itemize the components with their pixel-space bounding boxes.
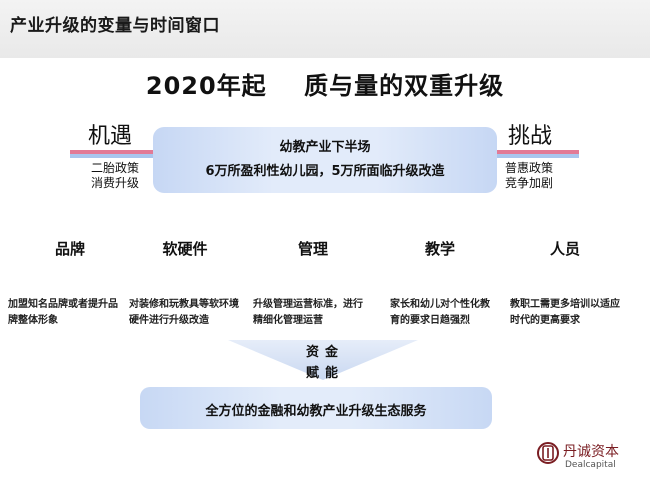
center-box-line1: 幼教产业下半场 xyxy=(279,140,371,155)
main-title: 2020年起 质与量的双重升级 xyxy=(145,72,505,100)
left-title: 机遇 xyxy=(88,124,133,149)
column-desc-software-hardware: 对装修和玩教具等软环境硬件进行升级改造 xyxy=(129,299,239,326)
company-logo-icon xyxy=(537,442,559,464)
left-item-2: 消费升级 xyxy=(91,176,140,190)
left-item-1: 二胎政策 xyxy=(91,161,140,175)
right-accent-bar xyxy=(487,150,579,158)
left-accent-bar xyxy=(70,150,162,158)
bottom-box-text: 全方位的金融和幼教产业升级生态服务 xyxy=(205,404,427,419)
bottom-box: 全方位的金融和幼教产业升级生态服务 xyxy=(140,387,492,429)
column-heading-brand: 品牌 xyxy=(54,240,85,258)
column-desc-staff: 教职工需更多培训以适应时代的更高要求 xyxy=(510,299,620,326)
column-heading-staff: 人员 xyxy=(549,240,580,258)
center-box-line2: 6万所盈利性幼儿园，5万所面临升级改造 xyxy=(205,164,445,179)
column-heading-software-hardware: 软硬件 xyxy=(162,240,208,258)
column-heading-management: 管理 xyxy=(297,240,328,258)
logo-text-cn: 丹诚资本 xyxy=(563,444,619,460)
column-desc-brand: 加盟知名品牌或者提升品牌整体形象 xyxy=(8,299,118,326)
right-item-1: 普惠政策 xyxy=(505,161,554,175)
column-desc-teaching: 家长和幼儿对个性化教育的要求日趋强烈 xyxy=(390,299,490,326)
page-header-title: 产业升级的变量与时间窗口 xyxy=(10,16,220,36)
column-heading-teaching: 教学 xyxy=(424,240,455,258)
arrow-label-line2: 赋能 xyxy=(305,366,344,381)
right-title: 挑战 xyxy=(508,124,553,149)
center-box: 幼教产业下半场 6万所盈利性幼儿园，5万所面临升级改造 xyxy=(153,127,497,193)
column-desc-management: 升级管理运营标准，进行精细化管理运营 xyxy=(253,299,363,326)
logo-text-en: Dealcapital xyxy=(565,460,616,470)
right-item-2: 竞争加剧 xyxy=(505,176,554,190)
arrow-label-line1: 资金 xyxy=(305,345,344,360)
